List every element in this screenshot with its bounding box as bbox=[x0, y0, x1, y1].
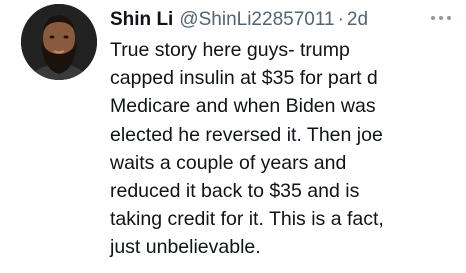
tweet-text-line: waits a couple of years and bbox=[110, 151, 347, 174]
tweet-text-line: just unbelievable. bbox=[110, 236, 261, 259]
user-avatar[interactable] bbox=[21, 4, 97, 80]
tweet-text-line: taking credit for it. This is a fact, bbox=[110, 208, 384, 231]
more-options-icon bbox=[431, 16, 451, 20]
more-options-button[interactable] bbox=[428, 11, 454, 23]
tweet-text-line: reduced it back to $35 and is bbox=[110, 180, 360, 203]
tweet-text-line: capped insulin at $35 for part d bbox=[110, 67, 378, 90]
author-handle[interactable]: @ShinLi22857011 bbox=[179, 7, 334, 33]
author-display-name[interactable]: Shin Li bbox=[110, 7, 173, 33]
tweet-header: Shin Li @ShinLi22857011 · 2d bbox=[110, 7, 368, 33]
tweet-text-line: Medicare and when Biden was bbox=[110, 95, 376, 118]
tweet-text-line: True story here guys- trump bbox=[110, 39, 350, 61]
tweet-timestamp[interactable]: 2d bbox=[347, 7, 368, 33]
separator-dot: · bbox=[337, 9, 344, 30]
tweet-card[interactable]: Shin Li @ShinLi22857011 · 2d True story … bbox=[0, 0, 466, 273]
avatar-photo-icon bbox=[21, 4, 97, 80]
tweet-text: True story here guys- trump capped insul… bbox=[110, 36, 460, 262]
tweet-text-line: elected he reversed it. Then joe bbox=[110, 123, 383, 146]
